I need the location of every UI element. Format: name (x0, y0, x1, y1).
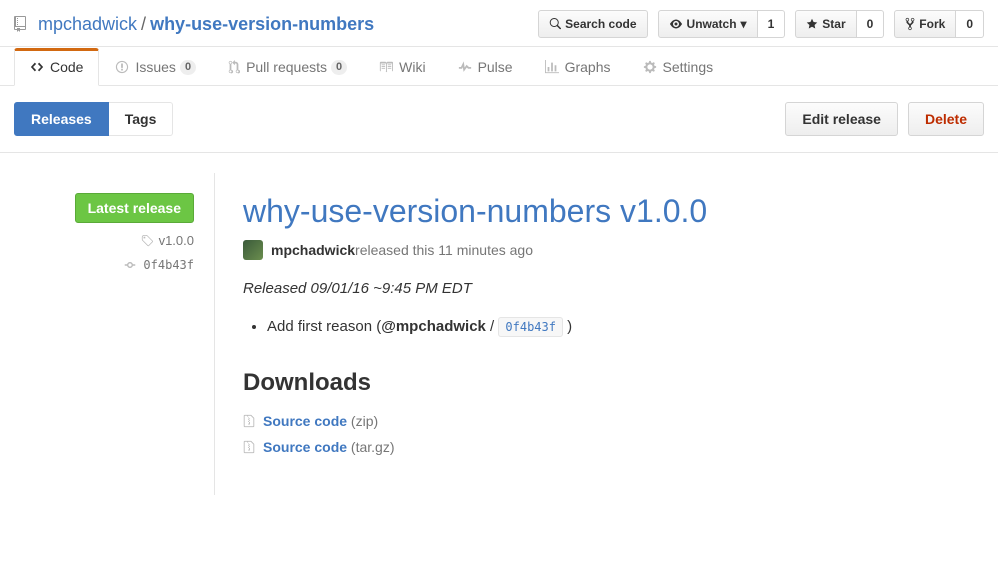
path-separator: / (141, 14, 146, 35)
tags-tab[interactable]: Tags (109, 102, 174, 136)
watch-count[interactable]: 1 (758, 10, 786, 38)
avatar[interactable] (243, 240, 263, 260)
delete-release-button[interactable]: Delete (908, 102, 984, 136)
release-author: mpchadwick released this 11 minutes ago (243, 240, 984, 260)
gear-icon (643, 60, 657, 74)
repo-icon (14, 16, 30, 32)
tab-pull-requests[interactable]: Pull requests 0 (212, 48, 363, 86)
search-code-button[interactable]: Search code (538, 10, 647, 38)
commit-link[interactable]: 0f4b43f (498, 317, 563, 337)
releases-tab[interactable]: Releases (14, 102, 109, 136)
repo-link[interactable]: why-use-version-numbers (150, 14, 374, 35)
tab-wiki[interactable]: Wiki (363, 48, 441, 86)
tag-text: v1.0.0 (159, 233, 194, 248)
star-group: Star 0 (795, 10, 884, 38)
tab-settings[interactable]: Settings (627, 48, 730, 86)
repo-header: mpchadwick / why-use-version-numbers Sea… (0, 0, 998, 47)
fork-icon (905, 17, 915, 31)
pulls-count: 0 (331, 60, 347, 75)
author-link[interactable]: mpchadwick (271, 242, 355, 258)
latest-release-badge: Latest release (75, 193, 194, 223)
releases-subnav: Releases Tags Edit release Delete (0, 86, 998, 152)
pull-request-icon (228, 60, 240, 74)
fork-label: Fork (919, 14, 945, 34)
tab-graphs-label: Graphs (565, 59, 611, 75)
release-note-item: Add first reason (@mpchadwick / 0f4b43f … (267, 315, 984, 339)
chevron-down-icon: ▾ (741, 14, 747, 34)
fork-button[interactable]: Fork (894, 10, 956, 38)
star-count[interactable]: 0 (857, 10, 885, 38)
download-targz[interactable]: Source code (tar.gz) (243, 439, 984, 455)
release-tag[interactable]: v1.0.0 (14, 233, 194, 248)
tab-pulse[interactable]: Pulse (442, 48, 529, 86)
tab-issues-label: Issues (135, 59, 175, 75)
tab-pulls-label: Pull requests (246, 59, 327, 75)
tab-pulse-label: Pulse (478, 59, 513, 75)
released-time: released this 11 minutes ago (355, 242, 533, 258)
owner-link[interactable]: mpchadwick (38, 14, 137, 35)
commit-icon (123, 259, 137, 271)
star-icon (806, 18, 818, 30)
unwatch-label: Unwatch (687, 14, 737, 34)
release-actions: Edit release Delete (785, 102, 984, 136)
star-button[interactable]: Star (795, 10, 856, 38)
star-label: Star (822, 14, 845, 34)
fork-count[interactable]: 0 (956, 10, 984, 38)
file-zip-icon (243, 440, 255, 454)
commit-sha: 0f4b43f (143, 258, 194, 272)
tab-wiki-label: Wiki (399, 59, 425, 75)
edit-release-button[interactable]: Edit release (785, 102, 898, 136)
download-zip-link[interactable]: Source code (zip) (263, 413, 378, 429)
release-meta: Latest release v1.0.0 0f4b43f (14, 173, 214, 495)
repo-tabs: Code Issues 0 Pull requests 0 Wiki Pulse… (0, 47, 998, 86)
page-container: mpchadwick / why-use-version-numbers Sea… (0, 0, 998, 535)
header-actions: Search code Unwatch ▾ 1 Star 0 (538, 10, 984, 38)
issues-icon (115, 60, 129, 74)
download-ext: (zip) (347, 413, 378, 429)
file-zip-icon (243, 414, 255, 428)
download-ext: (tar.gz) (347, 439, 394, 455)
release-title[interactable]: why-use-version-numbers v1.0.0 (243, 193, 984, 230)
subnav-tabs: Releases Tags (14, 102, 173, 136)
mention-link[interactable]: @mpchadwick (381, 318, 486, 335)
tag-icon (141, 234, 153, 248)
note-prefix: Add first reason ( (267, 318, 381, 335)
downloads-heading: Downloads (243, 369, 984, 397)
tab-issues[interactable]: Issues 0 (99, 48, 212, 86)
graph-icon (545, 60, 559, 74)
release-subtitle: Released 09/01/16 ~9:45 PM EDT (243, 280, 984, 297)
download-targz-link[interactable]: Source code (tar.gz) (263, 439, 395, 455)
search-icon (549, 18, 561, 30)
tab-code-label: Code (50, 59, 83, 75)
unwatch-button[interactable]: Unwatch ▾ (658, 10, 758, 38)
note-suffix: ) (563, 318, 572, 335)
eye-icon (669, 18, 683, 30)
tab-code[interactable]: Code (14, 48, 99, 86)
fork-group: Fork 0 (894, 10, 984, 38)
release-commit[interactable]: 0f4b43f (14, 258, 194, 272)
book-icon (379, 60, 393, 74)
pulse-icon (458, 60, 472, 74)
repo-path: mpchadwick / why-use-version-numbers (14, 14, 538, 35)
release-container: Latest release v1.0.0 0f4b43f why-use-ve… (0, 153, 998, 535)
watch-group: Unwatch ▾ 1 (658, 10, 786, 38)
search-label: Search code (565, 14, 636, 34)
release-notes-list: Add first reason (@mpchadwick / 0f4b43f … (267, 315, 984, 339)
note-sep: / (486, 318, 499, 335)
tab-graphs[interactable]: Graphs (529, 48, 627, 86)
issues-count: 0 (180, 60, 196, 75)
code-icon (30, 60, 44, 74)
download-zip[interactable]: Source code (zip) (243, 413, 984, 429)
tab-settings-label: Settings (663, 59, 714, 75)
release-body: why-use-version-numbers v1.0.0 mpchadwic… (214, 173, 984, 495)
